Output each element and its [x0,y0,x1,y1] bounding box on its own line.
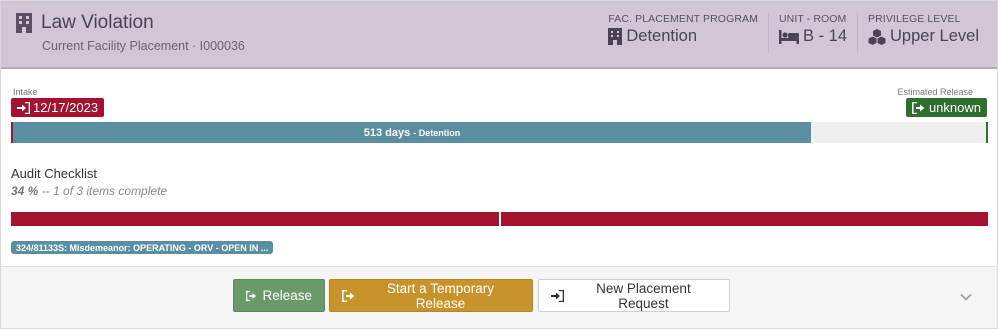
charge-badge[interactable]: 324/81133S: Misdemeanor: OPERATING - ORV… [11,241,274,254]
program-value: Detention [626,27,697,45]
building-icon [608,28,623,45]
sign-out-icon [342,289,355,302]
privilege-value-row: Upper Level [868,27,979,46]
audit-percent: 34 % [11,184,39,198]
placement-timeline-bar: 513 days - Detention [11,122,988,143]
days-program: - Detention [413,127,461,138]
unit-value: B - 14 [802,27,848,45]
privilege-value: Upper Level [890,27,979,45]
new-placement-label: New Placement Request [596,280,691,311]
building-icon [16,13,32,33]
unit-column: UNIT - ROOM B - 14 [767,13,857,53]
sign-in-icon [551,289,564,302]
release-button-label: Release [262,288,312,303]
temporary-release-button[interactable]: Start a Temporary Release [329,279,533,312]
temporary-release-label: Start a Temporary Release [386,280,494,311]
placement-header: Law Violation Current Facility Placement… [1,1,997,69]
unit-value-row: B - 14 [778,27,848,46]
unit-label: UNIT - ROOM [778,13,847,25]
new-placement-request-button[interactable]: New Placement Request [538,279,730,312]
page-title: Law Violation [41,12,154,33]
program-value-row: Detention [608,27,758,46]
privilege-label: PRIVILEGE LEVEL [868,13,961,25]
action-footer: Release Start a Temporary Release New Pl… [1,266,997,328]
sign-out-icon [246,290,257,301]
intake-label: Intake [13,87,38,97]
audit-checklist-summary: 34 % -- 1 of 3 items complete [11,184,167,198]
program-column: FAC. PLACEMENT PROGRAM Detention [598,13,768,53]
timeline-progress-fill: 513 days - Detention [13,122,811,143]
chevron-down-icon[interactable] [959,290,973,304]
estimated-release-label: Estimated Release [897,87,973,97]
intake-date-badge: 12/17/2023 [11,98,105,117]
audit-progress-bar[interactable] [11,212,988,226]
privilege-column: PRIVILEGE LEVEL Upper Level [857,13,989,53]
release-date-badge: unknown [905,98,987,117]
sign-out-icon [911,101,925,114]
sign-in-icon [17,101,30,114]
header-summary: FAC. PLACEMENT PROGRAM Detention UNIT - … [598,13,989,53]
audit-progress-segment [500,212,988,226]
cubes-icon [868,28,886,45]
audit-progress-segment [11,212,499,226]
placement-subtitle: Current Facility Placement · I000036 [42,39,245,53]
intake-date: 12/17/2023 [33,100,99,115]
bed-icon [778,29,799,44]
release-date: unknown [928,100,981,115]
audit-checklist-title: Audit Checklist [11,166,97,181]
placement-card: Law Violation Current Facility Placement… [0,0,998,329]
days-count: 513 days [363,126,411,139]
program-label: FAC. PLACEMENT PROGRAM [608,13,758,25]
audit-detail: -- 1 of 3 items complete [41,184,168,198]
release-button[interactable]: Release [233,279,325,312]
